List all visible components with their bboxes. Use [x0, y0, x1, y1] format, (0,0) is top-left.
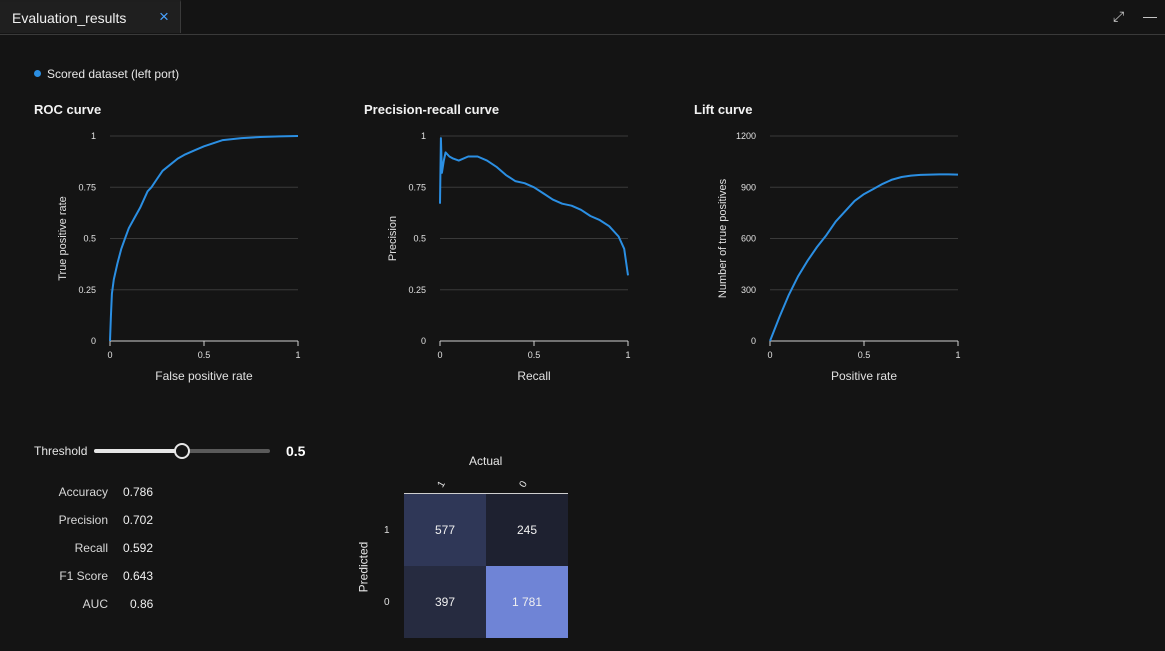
pr-xtick-label: 0.5 — [528, 350, 541, 360]
metric-f1-label: F1 Score — [59, 569, 108, 583]
cm-row-label-0: 0 — [384, 597, 390, 608]
lift-title: Lift curve — [694, 102, 753, 117]
pr-chart: 0 0.25 0.5 0.75 1 0 0.5 1 Recall Precision — [387, 131, 631, 383]
pr-xlabel: Recall — [517, 369, 550, 383]
threshold-slider-fill — [94, 449, 182, 453]
pr-ylabel: Precision — [387, 216, 399, 261]
roc-xtick-label: 0 — [107, 350, 112, 360]
metric-auc-value: 0.86 — [130, 597, 154, 611]
pr-xtick-label: 0 — [437, 350, 442, 360]
legend-dot-icon — [34, 70, 41, 77]
metric-recall-label: Recall — [74, 541, 108, 555]
roc-xtick-label: 1 — [295, 350, 300, 360]
threshold-label: Threshold — [34, 444, 88, 458]
cm-cell-tn: 1 781 — [486, 566, 568, 638]
lift-series-line — [769, 173, 959, 342]
lift-xtick-label: 0.5 — [858, 350, 871, 360]
metric-accuracy-label: Accuracy — [58, 485, 108, 499]
cm-cell-tp: 577 — [404, 494, 486, 566]
lift-ytick-label: 300 — [741, 285, 756, 295]
pr-series-line — [439, 137, 629, 276]
expand-icon[interactable]: ⤢ — [1113, 8, 1124, 25]
close-icon[interactable]: × — [159, 8, 169, 26]
roc-ytick-label: 1 — [91, 131, 96, 141]
metric-recall-value: 0.592 — [123, 541, 154, 555]
lift-xtick-label: 1 — [955, 350, 960, 360]
lift-ylabel: Number of true positives — [717, 178, 729, 298]
roc-ylabel: True positive rate — [57, 196, 69, 281]
metric-accuracy-value: 0.786 — [123, 485, 154, 499]
lift-xtick-label: 0 — [767, 350, 772, 360]
roc-xlabel: False positive rate — [155, 369, 253, 383]
threshold-value: 0.5 — [286, 443, 306, 459]
pr-ytick-label: 0.75 — [408, 182, 426, 192]
lift-ytick-label: 900 — [741, 182, 756, 192]
tab-title: Evaluation_results — [12, 10, 127, 26]
cm-actual-label: Actual — [469, 454, 503, 468]
roc-ytick-label: 0.75 — [78, 182, 96, 192]
metric-f1-value: 0.643 — [123, 569, 154, 583]
cm-cell-fn: 397 — [404, 566, 486, 638]
cm-cell-fp: 245 — [486, 494, 568, 566]
threshold-slider-thumb[interactable] — [174, 443, 190, 459]
cm-col-label-0: 0 — [517, 479, 530, 490]
roc-chart: 0 0.25 0.5 0.75 1 0 0.5 1 False positive rate Tru… — [57, 131, 301, 383]
lift-xlabel: Positive rate — [831, 369, 897, 383]
lift-ytick-label: 0 — [751, 336, 756, 346]
pr-ytick-label: 1 — [421, 131, 426, 141]
roc-ytick-label: 0.25 — [78, 285, 96, 295]
lift-ytick-label: 1200 — [736, 131, 756, 141]
tab-evaluation-results[interactable]: Evaluation_results × — [0, 0, 181, 33]
threshold-slider[interactable] — [94, 443, 270, 459]
metric-auc-label: AUC — [82, 597, 108, 611]
pr-ytick-label: 0 — [421, 336, 426, 346]
cm-row-label-1: 1 — [384, 525, 390, 536]
pr-title: Precision-recall curve — [364, 102, 500, 117]
lift-chart: 0 300 600 900 1200 0 0.5 1 Positive rate Number o… — [717, 131, 961, 383]
minimize-icon[interactable]: — — [1143, 8, 1157, 24]
roc-title: ROC curve — [34, 102, 102, 117]
roc-ytick-label: 0.5 — [83, 234, 96, 244]
legend-label: Scored dataset (left port) — [47, 67, 180, 81]
legend: Scored dataset (left port) — [34, 67, 179, 81]
lift-ytick-label: 600 — [741, 234, 756, 244]
pr-ytick-label: 0.5 — [413, 234, 426, 244]
pr-ytick-label: 0.25 — [408, 285, 426, 295]
metric-precision-label: Precision — [58, 513, 108, 527]
cm-predicted-label: Predicted — [356, 541, 371, 593]
roc-xtick-label: 0.5 — [198, 350, 211, 360]
pr-xtick-label: 1 — [625, 350, 630, 360]
roc-ytick-label: 0 — [91, 336, 96, 346]
metric-precision-value: 0.702 — [123, 513, 154, 527]
tab-bar: Evaluation_results × ⤢ — — [0, 0, 1165, 35]
cm-col-label-1: 1 — [435, 479, 448, 490]
